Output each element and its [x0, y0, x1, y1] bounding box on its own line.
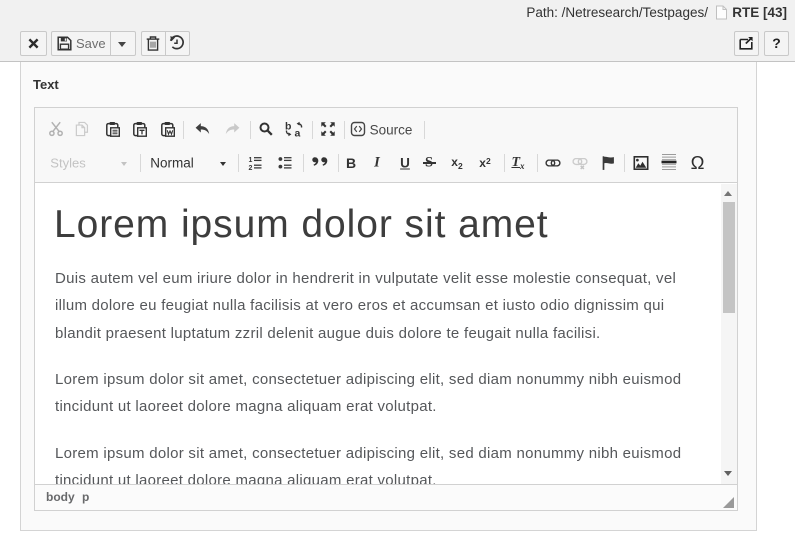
- svg-text:a: a: [295, 128, 301, 138]
- svg-text:2: 2: [249, 165, 253, 170]
- svg-text:1: 1: [249, 157, 253, 164]
